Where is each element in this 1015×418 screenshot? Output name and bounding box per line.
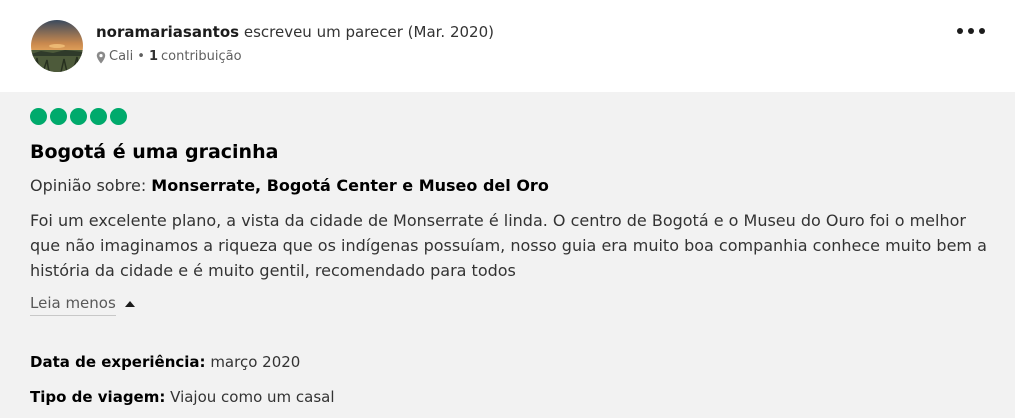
read-less-label: Leia menos bbox=[30, 292, 116, 316]
review-title[interactable]: Bogotá é uma gracinha bbox=[30, 139, 278, 165]
author-location: Cali bbox=[109, 49, 134, 64]
review-body: Bogotá é uma gracinha Opinião sobre: Mon… bbox=[0, 92, 1015, 418]
read-less-button[interactable]: Leia menos bbox=[30, 292, 135, 316]
more-options-button[interactable] bbox=[957, 22, 985, 40]
contribution-count: 1 bbox=[148, 49, 158, 64]
subject-name-link[interactable]: Monserrate, Bogotá Center e Museo del Or… bbox=[151, 176, 549, 195]
rating-bubble-icon bbox=[90, 108, 107, 125]
location-pin-icon bbox=[96, 51, 106, 63]
author-line: noramariasantos escreveu um parecer (Mar… bbox=[96, 21, 494, 43]
experience-date-value: março 2020 bbox=[210, 353, 301, 371]
rating-bubble-icon bbox=[110, 108, 127, 125]
rating-bubble-icon bbox=[50, 108, 67, 125]
rating-bubble-icon bbox=[70, 108, 87, 125]
subject-prefix: Opinião sobre: bbox=[30, 176, 147, 195]
rating-bubbles bbox=[30, 108, 127, 125]
caret-up-icon bbox=[124, 301, 135, 307]
author-action: escreveu um parecer (Mar. 2020) bbox=[243, 23, 494, 41]
rating-bubble-icon bbox=[30, 108, 47, 125]
more-dot bbox=[968, 28, 974, 34]
review-meta: noramariasantos escreveu um parecer (Mar… bbox=[96, 21, 494, 65]
trip-type-value: Viajou como um casal bbox=[170, 388, 335, 406]
more-horizontal-icon bbox=[957, 28, 963, 34]
trip-type: Tipo de viagem: Viajou como um casal bbox=[30, 386, 335, 408]
trip-type-label: Tipo de viagem: bbox=[30, 388, 166, 406]
review-subject: Opinião sobre: Monserrate, Bogotá Center… bbox=[30, 175, 549, 197]
avatar[interactable] bbox=[31, 20, 83, 72]
separator: • bbox=[137, 49, 145, 64]
sunset-landscape-avatar-icon bbox=[31, 20, 83, 72]
author-username[interactable]: noramariasantos bbox=[96, 23, 239, 41]
experience-date-label: Data de experiência: bbox=[30, 353, 206, 371]
author-info: Cali • 1 contribuição bbox=[96, 49, 494, 65]
contribution-label: contribuição bbox=[161, 49, 242, 64]
experience-date: Data de experiência: março 2020 bbox=[30, 351, 300, 373]
more-dot bbox=[979, 28, 985, 34]
review-text: Foi um excelente plano, a vista da cidad… bbox=[30, 211, 987, 280]
review-header: noramariasantos escreveu um parecer (Mar… bbox=[0, 0, 1015, 92]
